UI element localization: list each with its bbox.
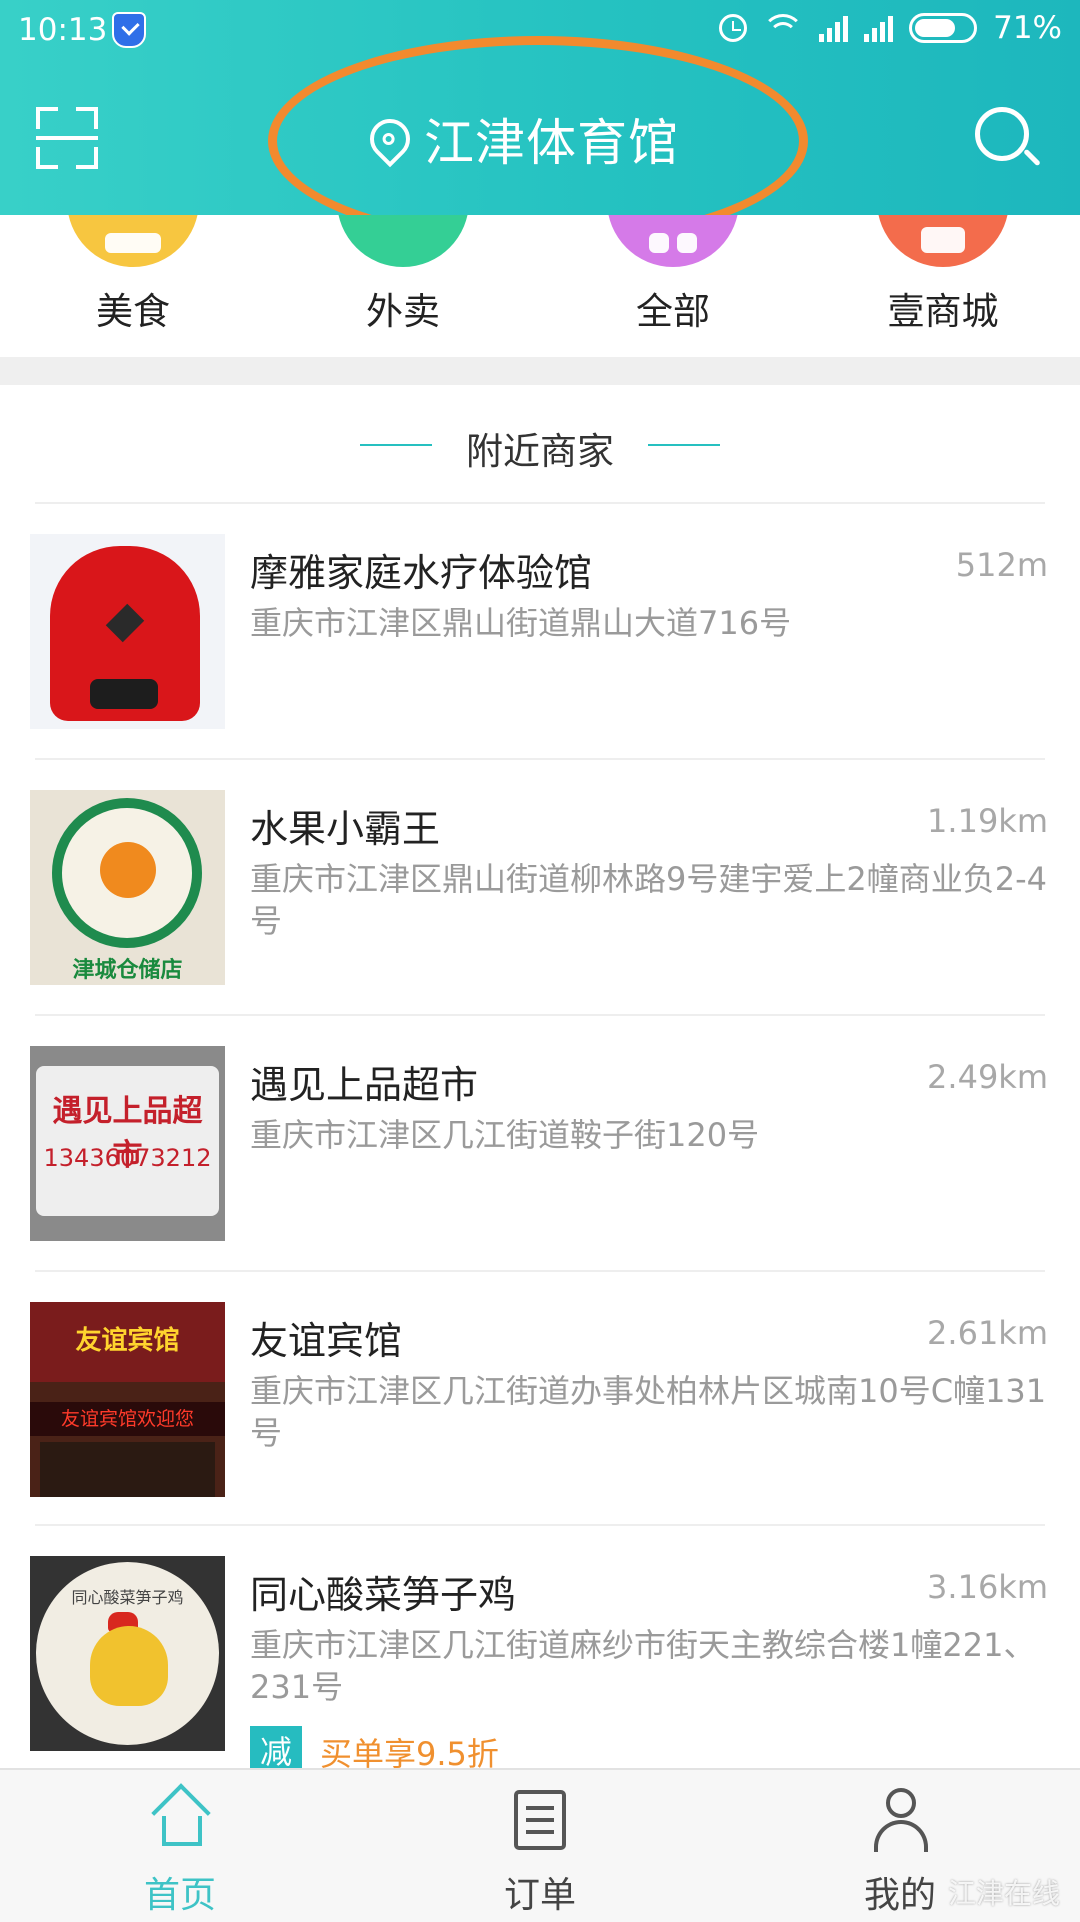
store-name: 友谊宾馆	[250, 1319, 403, 1363]
takeout-icon	[337, 215, 469, 267]
search-icon[interactable]	[975, 107, 1041, 173]
discount-tag: 减	[250, 1726, 302, 1768]
tab-home-label: 首页	[143, 1875, 216, 1916]
app-header: 10:13 71% 江津体育馆	[0, 0, 1080, 215]
location-label: 江津体育馆	[424, 114, 679, 172]
store-item[interactable]: 遇见上品超市 13436073212 遇见上品超市 2.49km 重庆市江津区几…	[0, 1016, 1080, 1270]
store-thumbnail: 遇见上品超市 13436073212	[30, 1046, 225, 1241]
scan-icon[interactable]	[36, 107, 98, 169]
store-distance: 512m	[955, 546, 1048, 584]
store-distance: 2.49km	[927, 1058, 1048, 1096]
category-label: 美食	[96, 290, 170, 333]
store-distance: 1.19km	[927, 802, 1048, 840]
promo-text: 买单享9.5折	[320, 1735, 499, 1768]
wifi-icon	[763, 14, 804, 42]
home-icon	[151, 1783, 212, 1848]
store-thumbnail: 同心酸菜笋子鸡	[30, 1556, 225, 1751]
location-pin-icon	[361, 110, 419, 168]
top-nav: 江津体育馆	[0, 62, 1080, 215]
nearby-header: 附近商家	[0, 385, 1080, 503]
store-address: 重庆市江津区鼎山街道柳林路9号建宇爱上2幢商业负2-4号	[250, 860, 1047, 940]
user-icon	[872, 1788, 930, 1852]
alarm-icon	[719, 14, 748, 42]
store-name: 同心酸菜笋子鸡	[250, 1573, 517, 1617]
battery-percent: 71%	[993, 10, 1062, 46]
store-thumbnail	[30, 534, 225, 729]
store-address: 重庆市江津区几江街道办事处柏林片区城南10号C幢131号	[250, 1372, 1047, 1452]
store-name: 水果小霸王	[250, 807, 441, 851]
store-name: 摩雅家庭水疗体验馆	[250, 551, 593, 595]
category-row: 美食 外卖 全部 壹商城	[0, 215, 1080, 357]
store-distance: 3.16km	[927, 1568, 1048, 1606]
status-bar: 10:13 71%	[0, 0, 1080, 62]
security-shield-icon	[112, 12, 146, 48]
thumb-led: 友谊宾馆欢迎您	[30, 1402, 225, 1436]
section-title: 附近商家	[466, 430, 614, 473]
store-thumbnail: 友谊宾馆 友谊宾馆欢迎您	[30, 1302, 225, 1497]
store-address: 重庆市江津区几江街道麻纱市街天主教综合楼1幢221、231号	[250, 1626, 1036, 1706]
thumb-text: 同心酸菜笋子鸡	[71, 1588, 184, 1607]
category-label: 外卖	[366, 290, 440, 333]
battery-icon	[909, 13, 978, 43]
store-address: 重庆市江津区几江街道鞍子街120号	[250, 1116, 760, 1154]
location-selector[interactable]: 江津体育馆	[361, 104, 679, 174]
category-label: 全部	[636, 290, 710, 333]
thumb-phone: 13436073212	[43, 1144, 212, 1172]
thumb-text: 津城仓储店	[72, 958, 183, 983]
store-item[interactable]: 津城仓储店 水果小霸王 1.19km 重庆市江津区鼎山街道柳林路9号建宇爱上2幢…	[0, 760, 1080, 1014]
watermark: 江津在线	[947, 1877, 1060, 1910]
all-icon	[607, 215, 739, 267]
promo-row: 减 买单享9.5折	[250, 1726, 499, 1768]
title-line-right	[648, 444, 720, 446]
signal-icon	[819, 14, 849, 42]
store-item[interactable]: 友谊宾馆 友谊宾馆欢迎您 友谊宾馆 2.61km 重庆市江津区几江街道办事处柏林…	[0, 1272, 1080, 1526]
tab-home[interactable]: 首页	[60, 1770, 300, 1922]
store-address: 重庆市江津区鼎山街道鼎山大道716号	[250, 604, 792, 642]
tab-orders[interactable]: 订单	[420, 1770, 660, 1922]
category-label: 壹商城	[887, 290, 999, 333]
thumb-text: 友谊宾馆	[75, 1326, 180, 1356]
store-item[interactable]: 摩雅家庭水疗体验馆 512m 重庆市江津区鼎山街道鼎山大道716号	[0, 504, 1080, 758]
bottom-tab-bar: 首页 订单 我的	[0, 1768, 1080, 1922]
store-distance: 2.61km	[927, 1314, 1048, 1352]
store-name: 遇见上品超市	[250, 1063, 479, 1107]
tab-orders-label: 订单	[503, 1875, 576, 1916]
store-item[interactable]: 同心酸菜笋子鸡 同心酸菜笋子鸡 3.16km 重庆市江津区几江街道麻纱市街天主教…	[0, 1526, 1080, 1768]
status-time: 10:13	[18, 12, 108, 48]
orders-icon	[514, 1790, 566, 1850]
store-thumbnail: 津城仓储店	[30, 790, 225, 985]
mall-icon	[877, 215, 1009, 267]
food-icon	[67, 215, 199, 267]
signal-icon-2	[864, 14, 894, 42]
section-divider	[0, 357, 1080, 385]
